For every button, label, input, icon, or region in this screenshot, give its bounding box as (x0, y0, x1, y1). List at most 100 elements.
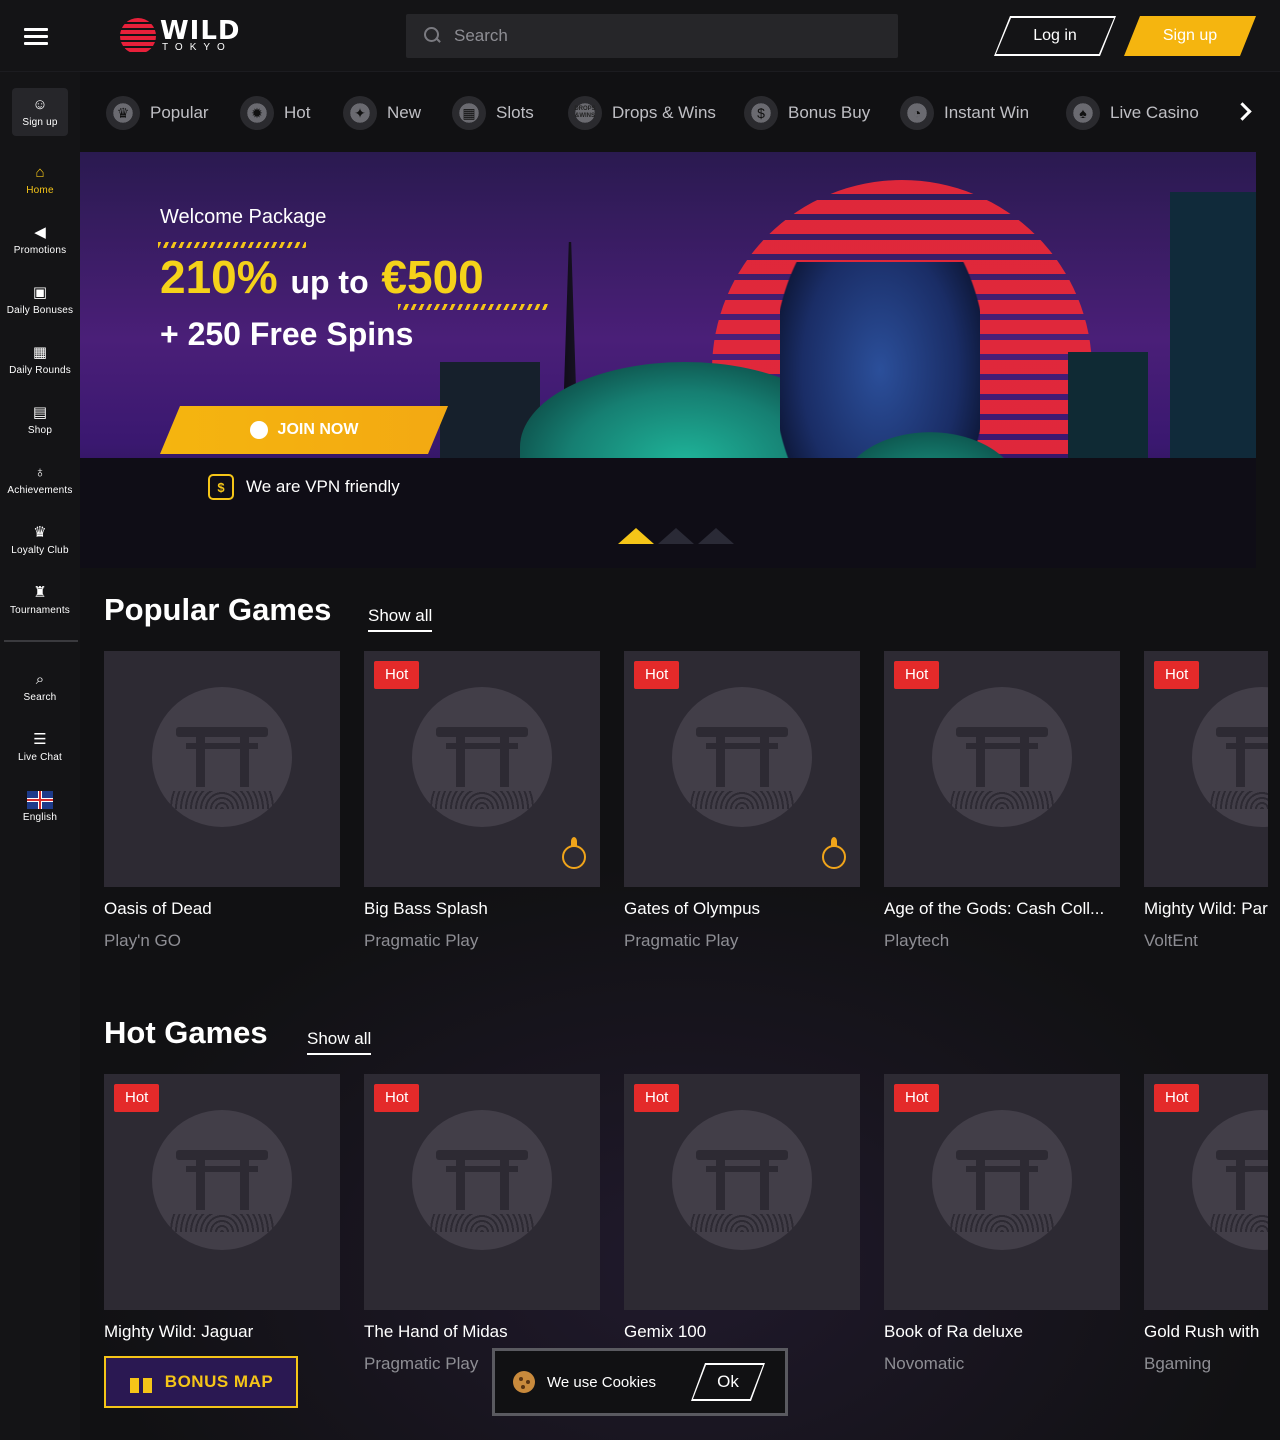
game-name[interactable]: Big Bass Splash (364, 899, 600, 919)
hot-badge: Hot (1154, 661, 1200, 689)
game-name[interactable]: Gemix 100 (624, 1322, 860, 1342)
torii-placeholder-icon (1192, 1110, 1268, 1250)
game-provider: Pragmatic Play (364, 931, 479, 950)
login-button[interactable]: Log in (994, 16, 1116, 56)
torii-placeholder-icon (672, 687, 812, 827)
signup-button[interactable]: Sign up (1124, 16, 1256, 56)
game-thumbnail[interactable]: Hot (1144, 651, 1268, 887)
cookie-text: We use Cookies (547, 1373, 656, 1391)
carousel-dot[interactable] (658, 528, 694, 544)
vpn-lock-icon: $ (208, 474, 234, 500)
game-thumbnail[interactable]: Hot (884, 651, 1120, 887)
login-button-label: Log in (996, 18, 1114, 54)
sidebar-item-loyalty-club[interactable]: ♛ Loyalty Club (0, 512, 80, 568)
logo-sun-icon (120, 18, 156, 54)
hero-banner[interactable]: Welcome Package 210% up to €500 + 250 Fr… (80, 152, 1256, 568)
cookie-ok-button[interactable]: Ok (691, 1363, 765, 1401)
game-thumbnail[interactable]: Hot (364, 651, 600, 887)
search-input[interactable] (454, 26, 854, 46)
slot-machine-icon: ▦ (452, 96, 486, 130)
hot-badge: Hot (374, 1084, 420, 1112)
vpn-notice: $ We are VPN friendly (208, 474, 400, 500)
gift-icon (129, 1371, 153, 1393)
category-hot[interactable]: ✹ Hot (240, 94, 310, 132)
game-name[interactable]: Mighty Wild: Jaguar (104, 1322, 340, 1342)
sidebar-item-label: Achievements (7, 485, 73, 496)
medal-icon: ♁ (34, 464, 46, 481)
sidebar-item-home[interactable]: ⌂ Home (0, 152, 80, 208)
game-name[interactable]: Oasis of Dead (104, 899, 340, 919)
sidebar-item-search[interactable]: ⌕ Search (0, 659, 80, 715)
category-label: Slots (496, 103, 534, 122)
sidebar-item-label: Loyalty Club (11, 545, 69, 556)
game-thumbnail[interactable]: Hot (624, 651, 860, 887)
category-instant-win[interactable]: ◔ Instant Win (900, 94, 1029, 132)
search-box[interactable] (406, 14, 898, 58)
game-thumbnail[interactable]: Hot (104, 1074, 340, 1310)
game-name[interactable]: Age of the Gods: Cash Coll... (884, 899, 1120, 919)
sidebar-item-daily-rounds[interactable]: ▦ Daily Rounds (0, 332, 80, 388)
category-new[interactable]: ✦ New (343, 94, 421, 132)
stopwatch-icon: ◔ (900, 96, 934, 130)
category-label: Instant Win (944, 103, 1030, 122)
join-now-button[interactable]: JOIN NOW (160, 406, 448, 454)
sidebar-divider (4, 640, 78, 642)
game-thumbnail[interactable] (104, 651, 340, 887)
category-label: Live Casino (1110, 103, 1199, 122)
carousel-dot[interactable] (698, 528, 734, 544)
game-name[interactable]: Gates of Olympus (624, 899, 860, 919)
category-bonus-buy[interactable]: $ Bonus Buy (744, 94, 870, 132)
trophy-icon: ♜ (33, 584, 47, 601)
sidebar-item-shop[interactable]: ▤ Shop (0, 392, 80, 448)
logo[interactable]: WILD TOKYO (120, 16, 240, 56)
game-card-clip: Hot Mighty Wild: Par VoltEnt (1144, 651, 1268, 961)
category-label: Bonus Buy (788, 103, 871, 122)
game-name[interactable]: Gold Rush with (1144, 1322, 1268, 1342)
user-icon: ☺ (32, 96, 48, 113)
sidebar-item-daily-bonuses[interactable]: ▣ Daily Bonuses (0, 272, 80, 328)
cookie-banner: We use Cookies Ok (492, 1348, 788, 1416)
shop-icon: ▤ (32, 404, 48, 421)
category-drops-wins[interactable]: DROPS &WINS Drops & Wins (568, 94, 716, 132)
category-slots[interactable]: ▦ Slots (452, 94, 534, 132)
game-thumbnail[interactable]: Hot (624, 1074, 860, 1310)
offer-amount: €500 (381, 251, 484, 303)
carousel-dot-active[interactable] (618, 528, 654, 544)
game-name[interactable]: Book of Ra deluxe (884, 1322, 1120, 1342)
sidebar-item-label: Promotions (13, 245, 67, 256)
torii-placeholder-icon (152, 687, 292, 827)
sidebar-item-promotions[interactable]: ◀ Promotions (0, 212, 80, 268)
cookie-ok-label: Ok (693, 1365, 763, 1399)
hero-free-spins: + 250 Free Spins (160, 316, 414, 352)
sidebar-item-label: Live Chat (17, 752, 63, 763)
sidebar-item-language[interactable]: English (0, 779, 80, 835)
home-icon: ⌂ (35, 164, 45, 181)
chevron-right-icon[interactable] (1232, 100, 1256, 124)
hero-decoration (398, 304, 548, 310)
category-live-casino[interactable]: ♠ Live Casino (1066, 94, 1199, 132)
hot-badge: Hot (634, 1084, 680, 1112)
offer-percent: 210% (160, 251, 278, 303)
sidebar-item-label: Search (23, 692, 57, 703)
sidebar-item-tournaments[interactable]: ♜ Tournaments (0, 572, 80, 628)
popular-show-all-link[interactable]: Show all (368, 606, 433, 632)
uk-flag-icon (27, 791, 53, 809)
game-name[interactable]: Mighty Wild: Par (1144, 899, 1268, 919)
game-thumbnail[interactable]: Hot (884, 1074, 1120, 1310)
hero-offer: 210% up to €500 (160, 250, 484, 304)
sidebar-signup-button[interactable]: ☺ Sign up (12, 88, 68, 136)
category-popular[interactable]: ♛ Popular (106, 94, 209, 132)
hot-badge: Hot (894, 661, 940, 689)
hot-show-all-link[interactable]: Show all (307, 1029, 372, 1055)
game-name[interactable]: The Hand of Midas (364, 1322, 600, 1342)
sidebar-item-live-chat[interactable]: ☰ Live Chat (0, 719, 80, 775)
menu-icon[interactable] (24, 28, 48, 46)
category-label: New (387, 103, 422, 122)
hot-badge: Hot (374, 661, 420, 689)
game-card-clip: Hot Gold Rush with Bgaming (1144, 1074, 1268, 1384)
sidebar-item-achievements[interactable]: ♁ Achievements (0, 452, 80, 508)
game-thumbnail[interactable]: Hot (364, 1074, 600, 1310)
game-thumbnail[interactable]: Hot (1144, 1074, 1268, 1310)
bonus-map-button[interactable]: BONUS MAP (104, 1356, 298, 1408)
torii-placeholder-icon (152, 1110, 292, 1250)
